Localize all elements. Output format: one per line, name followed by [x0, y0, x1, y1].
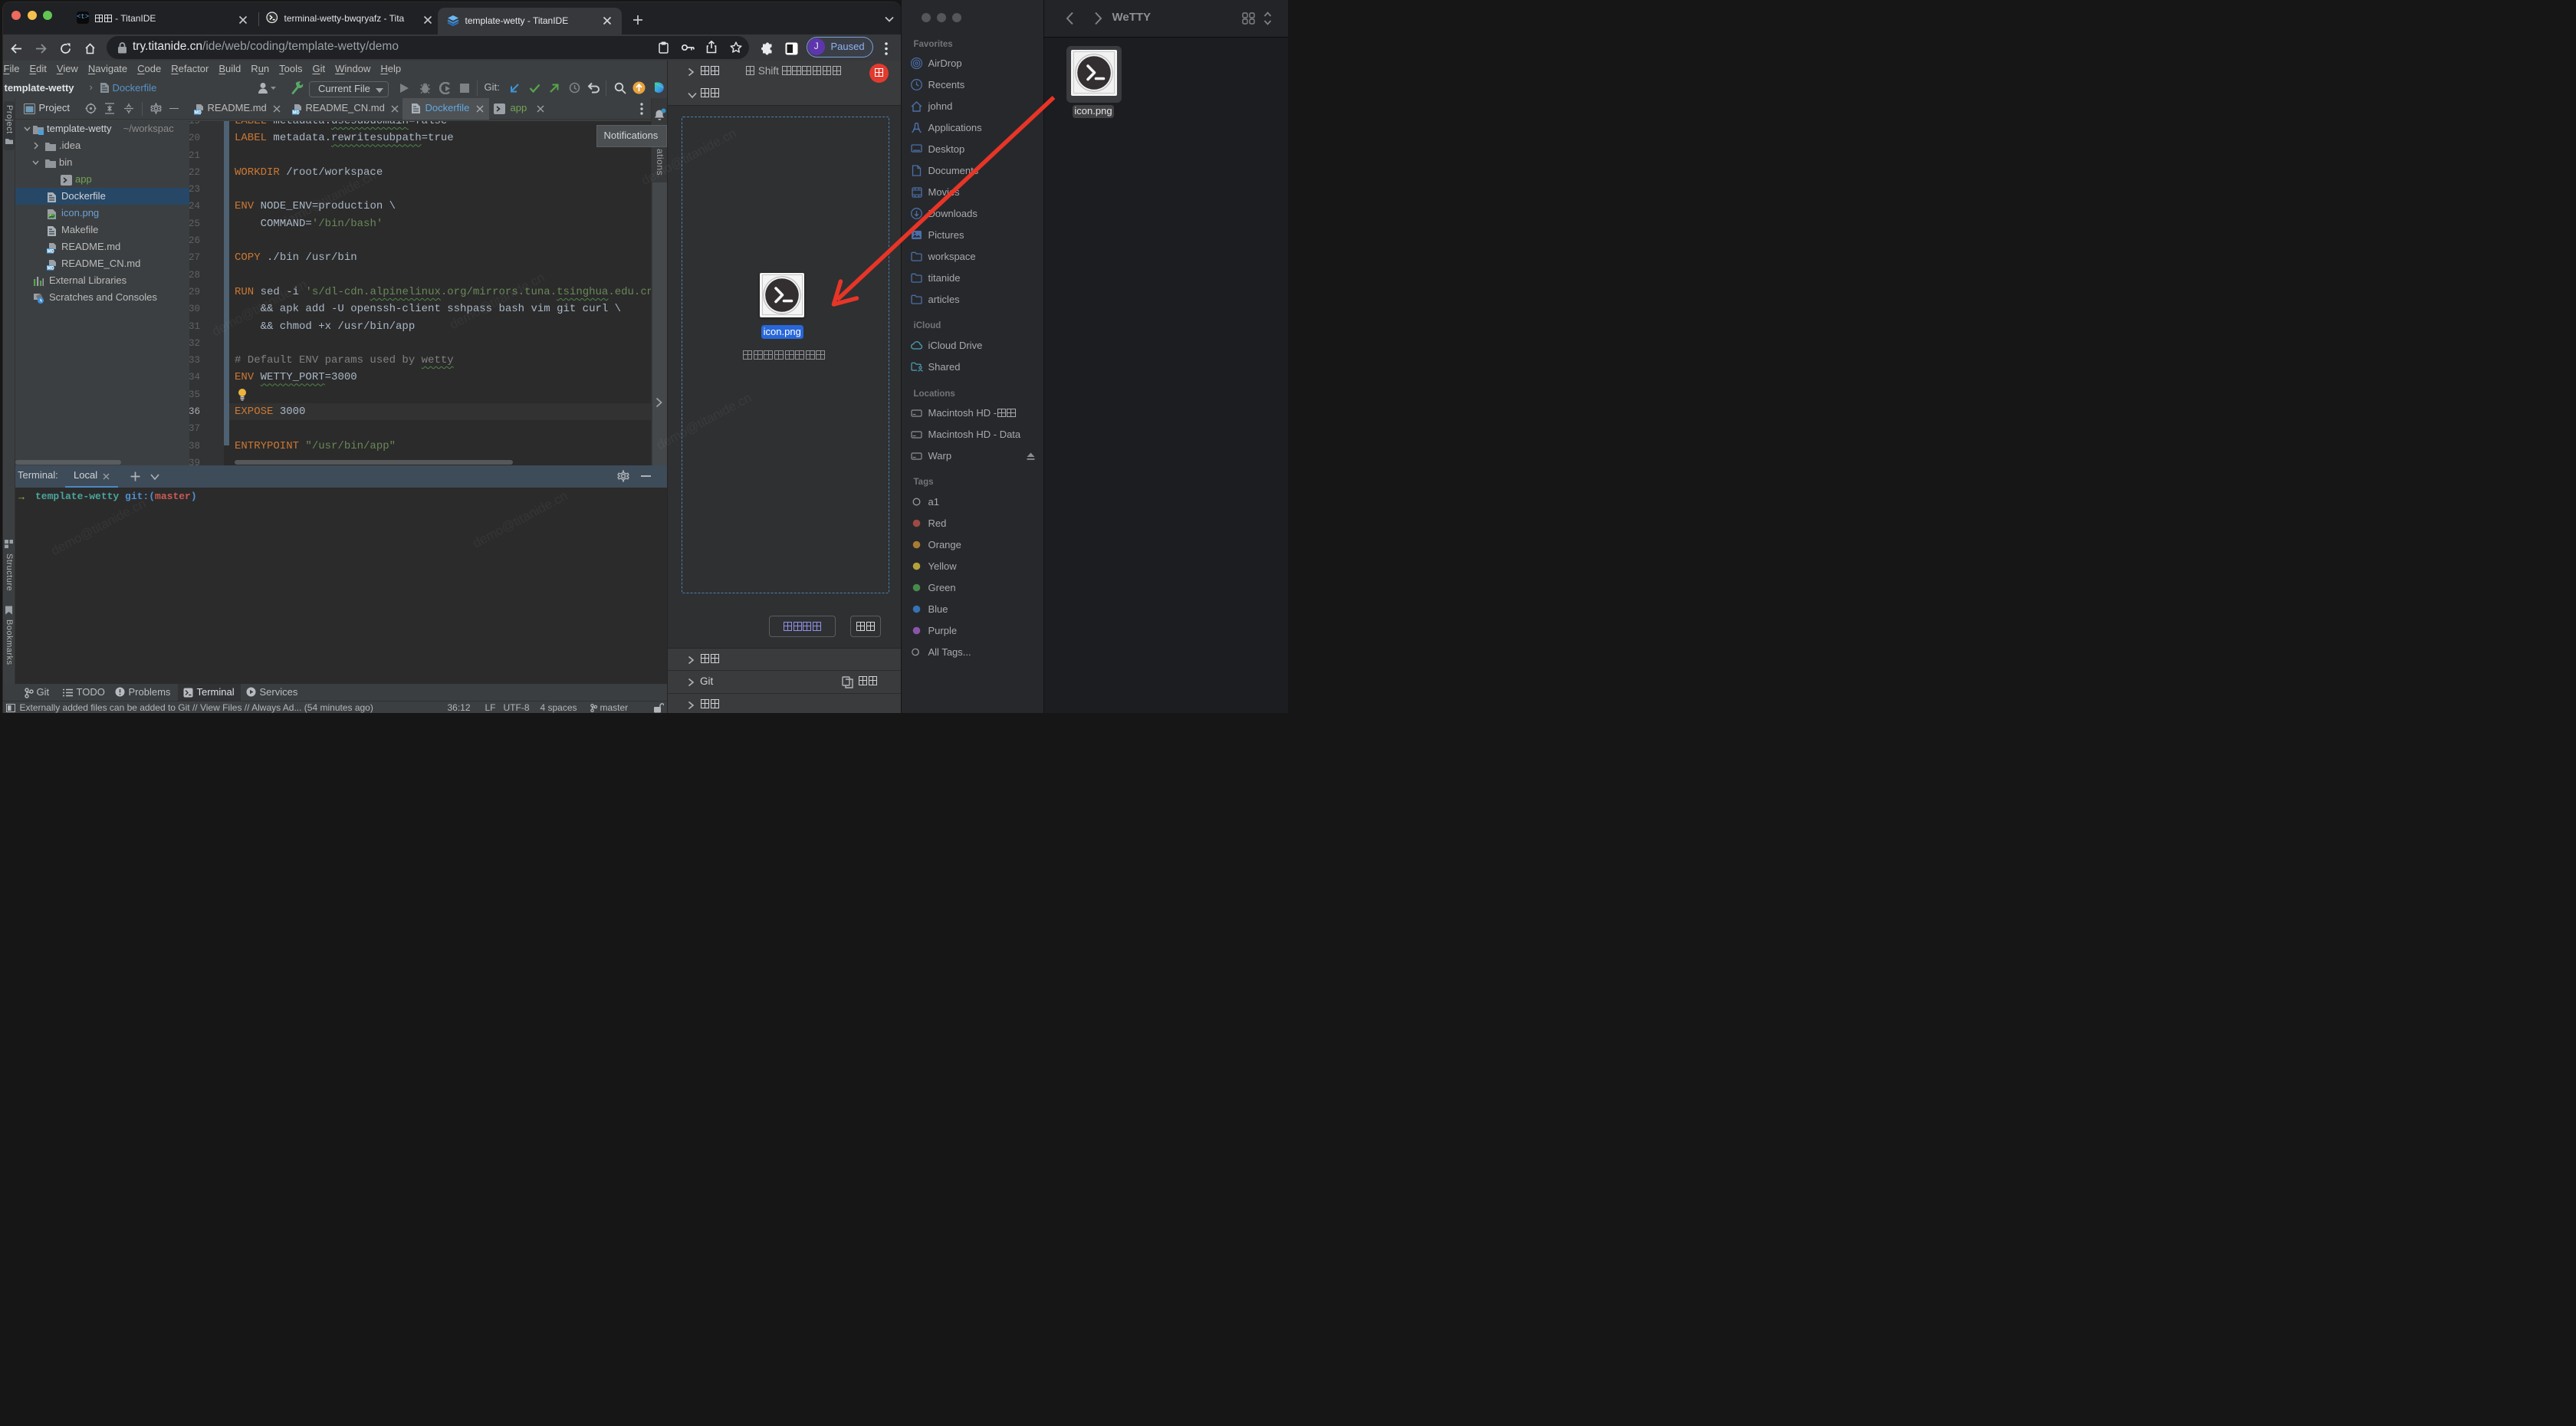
svg-text:MD: MD — [194, 110, 202, 115]
svg-text:MD: MD — [292, 110, 300, 115]
svg-text:MD: MD — [48, 266, 55, 271]
svg-text:MD: MD — [48, 249, 55, 254]
